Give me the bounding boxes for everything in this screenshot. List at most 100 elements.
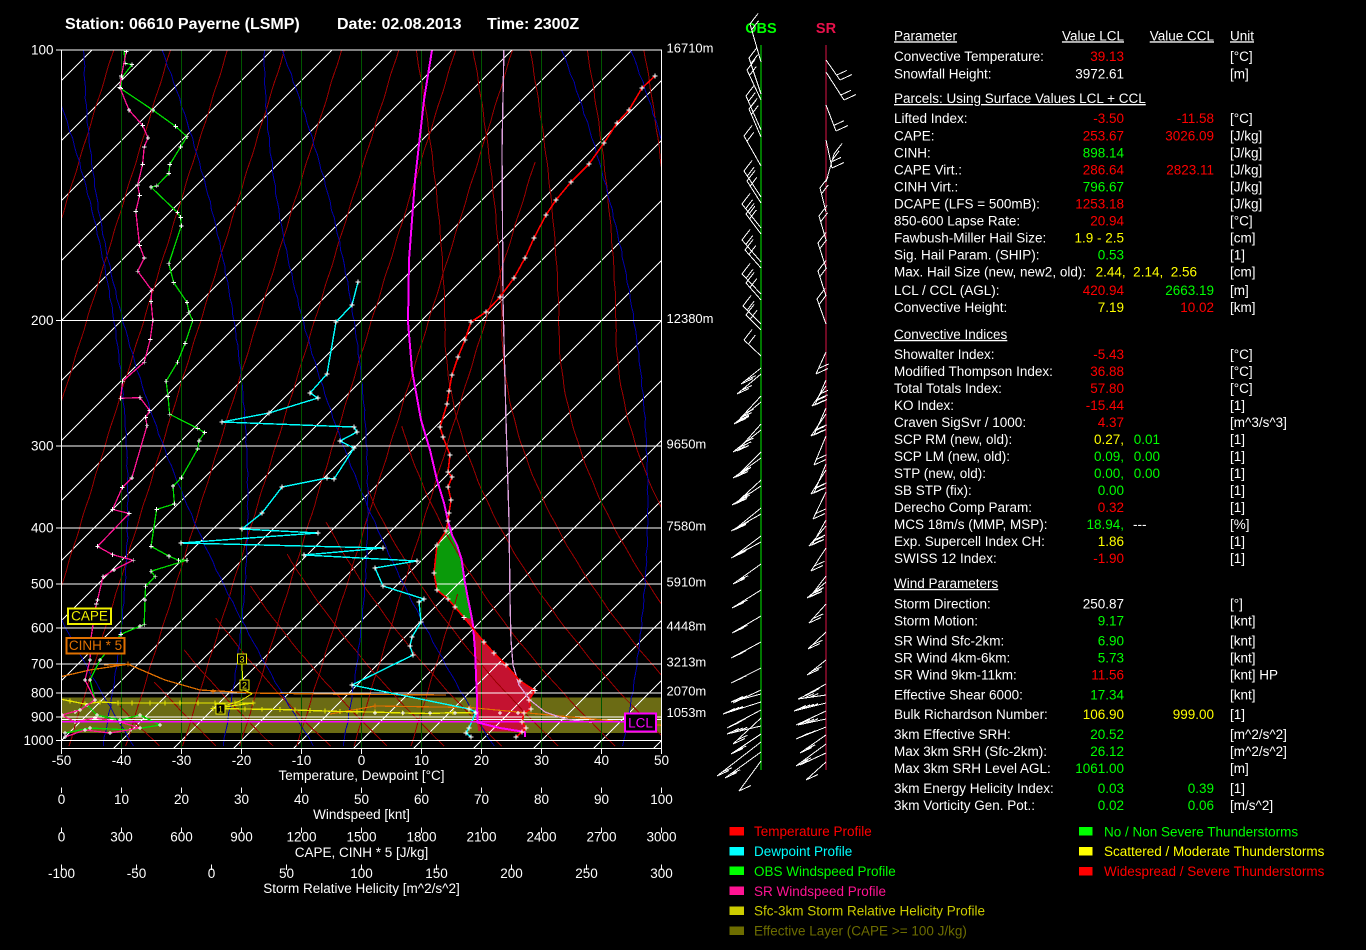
svg-text:-15.44: -15.44 bbox=[1086, 398, 1125, 413]
svg-text:Unit: Unit bbox=[1230, 28, 1254, 43]
svg-text:900: 900 bbox=[31, 710, 54, 725]
svg-text:Storm Relative Helicity [m^2/: Storm Relative Helicity [m^2/s^2] bbox=[263, 881, 459, 896]
svg-text:[J/kg]: [J/kg] bbox=[1230, 196, 1262, 211]
svg-text:SR Wind Sfc-2km:: SR Wind Sfc-2km: bbox=[894, 633, 1004, 648]
svg-text:OBS Windspeed Profile: OBS Windspeed Profile bbox=[754, 864, 896, 879]
svg-text:-50: -50 bbox=[52, 753, 72, 768]
svg-text:Max. Hail Size (new, new2, old: Max. Hail Size (new, new2, old): bbox=[894, 265, 1086, 280]
svg-text:0.00: 0.00 bbox=[1134, 466, 1160, 481]
svg-text:SB STP (fix):: SB STP (fix): bbox=[894, 483, 972, 498]
svg-text:Total Totals Index:: Total Totals Index: bbox=[894, 381, 1002, 396]
svg-text:SR Windspeed Profile: SR Windspeed Profile bbox=[754, 884, 886, 899]
svg-text:7.19: 7.19 bbox=[1098, 300, 1124, 315]
svg-text:Convective Indices: Convective Indices bbox=[894, 327, 1008, 342]
svg-text:60: 60 bbox=[414, 792, 429, 807]
svg-text:1053m: 1053m bbox=[667, 705, 707, 720]
svg-text:STP (new, old):: STP (new, old): bbox=[894, 466, 986, 481]
svg-text:1800: 1800 bbox=[406, 830, 436, 845]
svg-text:0.32: 0.32 bbox=[1098, 500, 1124, 515]
svg-text:Lifted Index:: Lifted Index: bbox=[894, 111, 968, 126]
svg-text:-20: -20 bbox=[232, 753, 252, 768]
svg-text:[knt]: [knt] bbox=[1230, 633, 1256, 648]
svg-text:CAPE, CINH * 5 [J/kg]: CAPE, CINH * 5 [J/kg] bbox=[295, 845, 429, 860]
svg-text:3km Vorticity Gen. Pot.:: 3km Vorticity Gen. Pot.: bbox=[894, 798, 1035, 813]
svg-text:2700: 2700 bbox=[586, 830, 616, 845]
svg-text:KO Index:: KO Index: bbox=[894, 398, 954, 413]
svg-text:300: 300 bbox=[110, 830, 133, 845]
svg-text:-50: -50 bbox=[127, 866, 147, 881]
svg-text:10.02: 10.02 bbox=[1180, 300, 1214, 315]
svg-text:100: 100 bbox=[31, 43, 54, 58]
svg-text:0.06: 0.06 bbox=[1188, 798, 1214, 813]
svg-text:Showalter Index:: Showalter Index: bbox=[894, 347, 995, 362]
svg-text:7580m: 7580m bbox=[667, 519, 707, 534]
svg-text:200: 200 bbox=[500, 866, 523, 881]
svg-text:898.14: 898.14 bbox=[1083, 145, 1125, 160]
svg-text:Sig. Hail Param. (SHIP):: Sig. Hail Param. (SHIP): bbox=[894, 248, 1040, 263]
svg-text:Value CCL: Value CCL bbox=[1150, 28, 1215, 43]
svg-text:0.00,: 0.00, bbox=[1094, 466, 1124, 481]
svg-text:90: 90 bbox=[594, 792, 609, 807]
svg-text:26.12: 26.12 bbox=[1090, 744, 1124, 759]
svg-text:9650m: 9650m bbox=[667, 437, 707, 452]
svg-text:SCP RM (new, old):: SCP RM (new, old): bbox=[894, 432, 1012, 447]
svg-text:600: 600 bbox=[170, 830, 193, 845]
svg-text:Fawbush-Miller Hail Size:: Fawbush-Miller Hail Size: bbox=[894, 230, 1046, 245]
svg-text:5910m: 5910m bbox=[667, 575, 707, 590]
svg-text:[m^3/s^3]: [m^3/s^3] bbox=[1230, 415, 1287, 430]
svg-text:300: 300 bbox=[650, 866, 673, 881]
svg-text:3026.09: 3026.09 bbox=[1165, 128, 1214, 143]
svg-text:[m^2/s^2]: [m^2/s^2] bbox=[1230, 727, 1287, 742]
svg-text:10: 10 bbox=[414, 753, 429, 768]
svg-text:150: 150 bbox=[425, 866, 448, 881]
svg-text:Modified Thompson Index:: Modified Thompson Index: bbox=[894, 364, 1053, 379]
svg-text:No / Non Severe Thunderstorms: No / Non Severe Thunderstorms bbox=[1104, 824, 1298, 839]
svg-text:0.02: 0.02 bbox=[1098, 798, 1124, 813]
svg-text:80: 80 bbox=[534, 792, 549, 807]
svg-text:Value LCL: Value LCL bbox=[1062, 28, 1125, 43]
svg-text:2400: 2400 bbox=[526, 830, 556, 845]
svg-text:[m]: [m] bbox=[1230, 761, 1249, 776]
svg-text:20.94: 20.94 bbox=[1090, 213, 1124, 228]
svg-text:Station: 06610 Payerne (LSMP): Station: 06610 Payerne (LSMP) bbox=[65, 16, 300, 33]
svg-text:5.73: 5.73 bbox=[1098, 650, 1124, 665]
svg-text:[°C]: [°C] bbox=[1230, 49, 1253, 64]
svg-text:0: 0 bbox=[58, 830, 66, 845]
svg-text:SR Wind 9km-11km:: SR Wind 9km-11km: bbox=[894, 667, 1017, 682]
svg-text:Windspeed [knt]: Windspeed [knt] bbox=[313, 807, 410, 822]
svg-text:Parameter: Parameter bbox=[894, 28, 958, 43]
svg-text:10: 10 bbox=[114, 792, 129, 807]
svg-text:39.13: 39.13 bbox=[1090, 49, 1124, 64]
svg-text:[°C]: [°C] bbox=[1230, 347, 1253, 362]
svg-text:CAPE Virt.:: CAPE Virt.: bbox=[894, 162, 962, 177]
svg-text:[knt]: [knt] bbox=[1230, 614, 1256, 629]
svg-text:[J/kg]: [J/kg] bbox=[1230, 162, 1262, 177]
svg-text:[m/s^2]: [m/s^2] bbox=[1230, 798, 1273, 813]
svg-text:[1]: [1] bbox=[1230, 466, 1245, 481]
svg-text:600: 600 bbox=[31, 621, 54, 636]
svg-text:[m^2/s^2]: [m^2/s^2] bbox=[1230, 744, 1287, 759]
svg-text:CINH * 5: CINH * 5 bbox=[69, 638, 122, 653]
svg-text:16710m: 16710m bbox=[667, 41, 714, 56]
svg-text:-40: -40 bbox=[112, 753, 132, 768]
svg-text:-5.43: -5.43 bbox=[1093, 347, 1124, 362]
svg-text:286.64: 286.64 bbox=[1083, 162, 1125, 177]
svg-text:-3.50: -3.50 bbox=[1093, 111, 1124, 126]
svg-text:[knt]: [knt] bbox=[1230, 650, 1256, 665]
svg-text:12380m: 12380m bbox=[667, 311, 714, 326]
svg-text:Convective Height:: Convective Height: bbox=[894, 300, 1007, 315]
svg-text:Temperature Profile: Temperature Profile bbox=[754, 824, 872, 839]
svg-text:800: 800 bbox=[31, 686, 54, 701]
svg-text:[J/kg]: [J/kg] bbox=[1230, 128, 1262, 143]
svg-text:[J/kg]: [J/kg] bbox=[1230, 145, 1262, 160]
svg-text:0.27,: 0.27, bbox=[1094, 432, 1124, 447]
svg-text:[1]: [1] bbox=[1230, 707, 1245, 722]
svg-text:0.03: 0.03 bbox=[1098, 781, 1124, 796]
svg-text:[°C]: [°C] bbox=[1230, 364, 1253, 379]
svg-text:[°C]: [°C] bbox=[1230, 381, 1253, 396]
svg-text:[°C]: [°C] bbox=[1230, 213, 1253, 228]
svg-text:40: 40 bbox=[294, 792, 309, 807]
svg-text:[°]: [°] bbox=[1230, 596, 1243, 611]
svg-text:[1]: [1] bbox=[1230, 500, 1245, 515]
svg-text:20: 20 bbox=[174, 792, 189, 807]
